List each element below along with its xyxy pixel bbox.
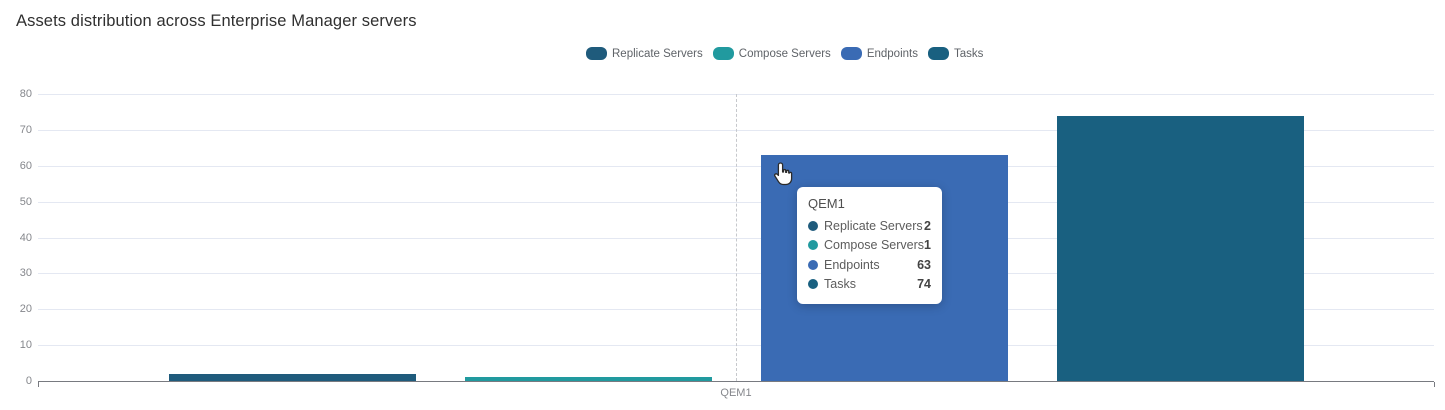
tooltip-series-value: 74 xyxy=(917,277,931,292)
tooltip-series-value: 1 xyxy=(924,238,931,253)
y-axis-tick-label: 10 xyxy=(19,339,32,352)
hover-crosshair-line xyxy=(736,94,737,381)
tooltip-series-label: Tasks xyxy=(824,277,856,292)
tooltip-series-label: Endpoints xyxy=(824,257,880,272)
x-axis-category-label: QEM1 xyxy=(720,387,752,399)
x-axis-tick xyxy=(1434,382,1435,387)
series-dot-icon xyxy=(808,259,818,270)
series-dot-icon xyxy=(808,220,818,231)
bar-replicate-servers[interactable] xyxy=(168,374,416,381)
hand-pointer-icon xyxy=(774,162,793,186)
tooltip-row: Tasks 74 xyxy=(808,275,931,295)
y-axis-tick-label: 40 xyxy=(19,231,32,244)
x-axis-tick xyxy=(38,382,39,387)
y-axis-tick-label: 60 xyxy=(19,159,32,172)
y-axis-tick-label: 0 xyxy=(25,375,32,387)
tooltip-row: Replicate Servers 2 xyxy=(808,216,931,236)
tooltip: QEM1 Replicate Servers 2 Compose Servers 1 E… xyxy=(797,187,942,304)
y-axis-tick-label: 80 xyxy=(19,88,32,100)
y-axis-tick-label: 20 xyxy=(19,303,32,316)
x-axis-line xyxy=(38,381,1434,382)
y-axis-tick-label: 30 xyxy=(19,267,32,280)
tooltip-title: QEM1 xyxy=(808,196,845,211)
tooltip-series-value: 63 xyxy=(917,257,931,272)
plot-area: 0 10 20 30 40 50 60 70 80 QEM1 xyxy=(0,0,1445,410)
tooltip-row: Endpoints 63 xyxy=(808,255,931,275)
y-axis-tick-label: 70 xyxy=(19,123,32,136)
tooltip-series-label: Replicate Servers xyxy=(824,218,923,233)
tooltip-row: Compose Servers 1 xyxy=(808,236,931,256)
series-dot-icon xyxy=(808,279,818,290)
tooltip-series-label: Compose Servers xyxy=(824,238,925,253)
assets-distribution-chart-panel: Assets distribution across Enterprise Ma… xyxy=(0,0,1445,410)
series-dot-icon xyxy=(808,240,818,251)
y-axis-tick-label: 50 xyxy=(19,195,32,208)
tooltip-series-value: 2 xyxy=(924,218,931,233)
bar-tasks[interactable] xyxy=(1056,116,1304,381)
